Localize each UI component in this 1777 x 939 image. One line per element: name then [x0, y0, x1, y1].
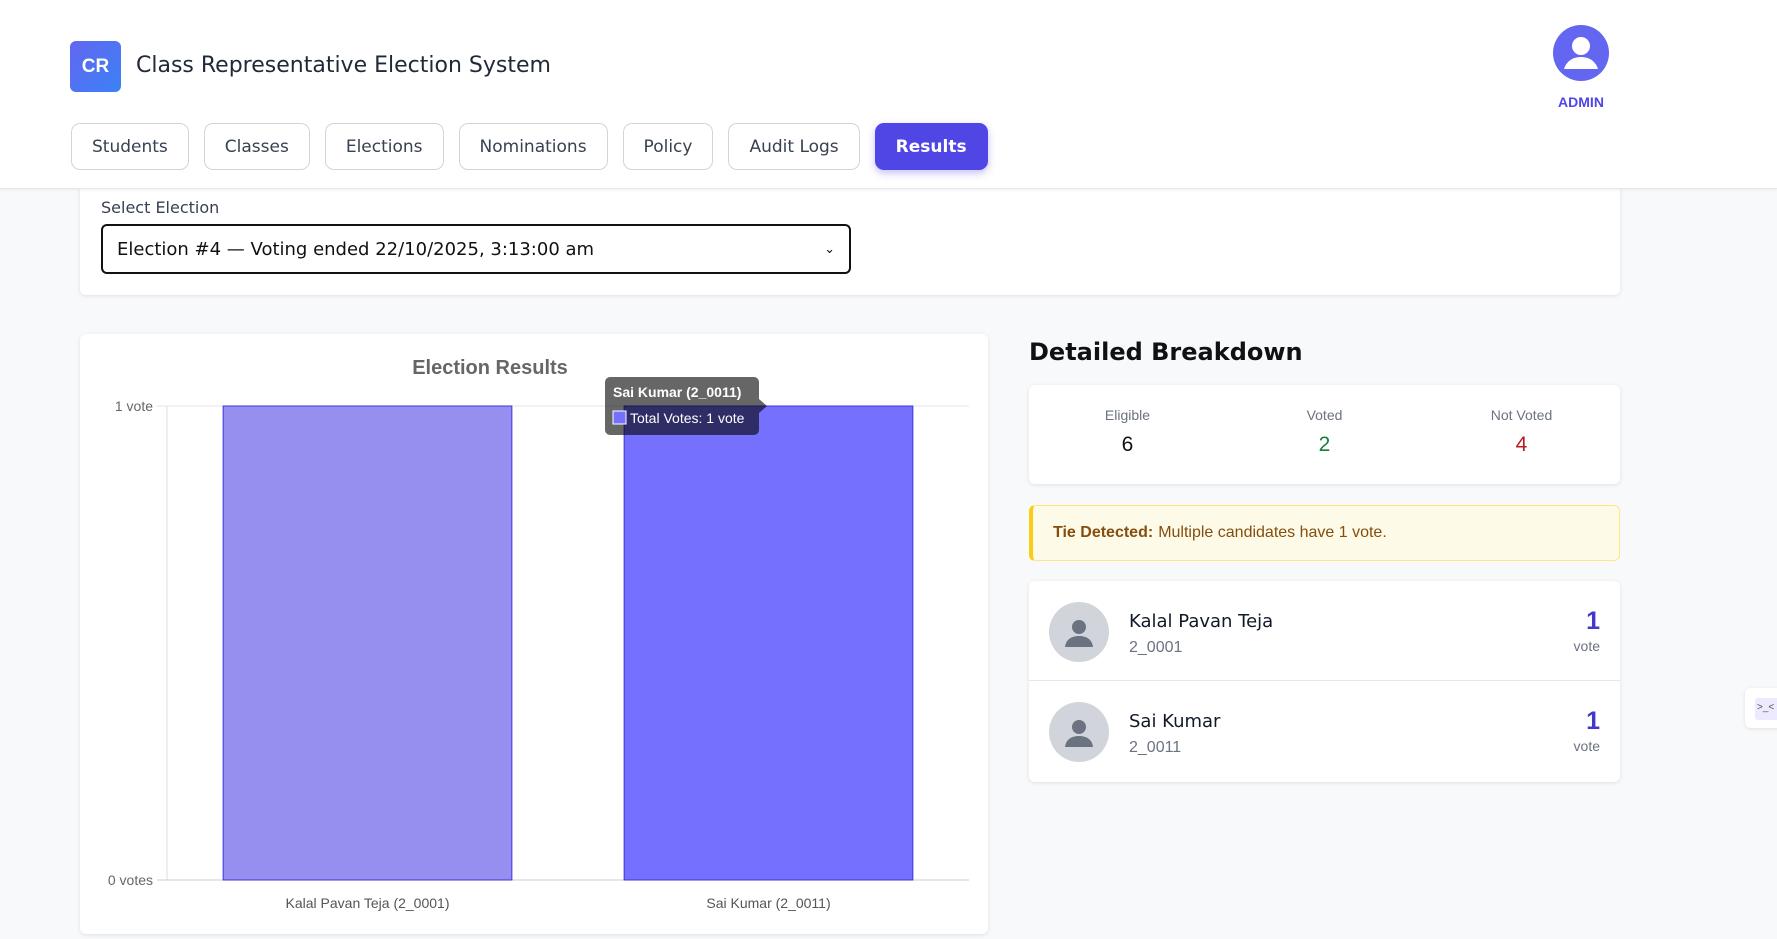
person-avatar-icon: [1049, 702, 1109, 762]
chevron-down-icon: ⌄: [824, 241, 835, 257]
tooltip-body: Total Votes: 1 vote: [630, 410, 745, 426]
breakdown-title: Detailed Breakdown: [1029, 338, 1303, 366]
tab-students[interactable]: Students: [71, 123, 189, 170]
app-title: Class Representative Election System: [136, 53, 551, 78]
tie-alert: Tie Detected: Multiple candidates have 1…: [1029, 505, 1620, 561]
x-tick-label: Kalal Pavan Teja (2_0001): [286, 895, 450, 911]
stats-card: Eligible 6 Voted 2 Not Voted 4: [1029, 385, 1620, 484]
candidate-name: Sai Kumar: [1129, 711, 1221, 732]
tab-classes[interactable]: Classes: [203, 123, 310, 170]
bar: [623, 405, 914, 881]
votes-unit: vote: [1573, 738, 1600, 754]
tab-policy[interactable]: Policy: [622, 123, 714, 170]
results-bar-chart: Election Results 0 votes 1 vote Kalal Pava…: [108, 357, 969, 911]
stat-label: Voted: [1306, 407, 1343, 423]
stat-voted: Voted 2: [1226, 385, 1423, 484]
tab-nominations[interactable]: Nominations: [458, 123, 608, 170]
tie-alert-title: Tie Detected:: [1053, 524, 1154, 541]
stat-label: Not Voted: [1490, 407, 1553, 423]
candidate-id: 2_0001: [1129, 639, 1183, 656]
list-item: Kalal Pavan Teja 2_0001 1 vote: [1029, 581, 1620, 681]
stat-value: 6: [1121, 433, 1134, 456]
y-tick-label: 0 votes: [108, 872, 153, 888]
chart-title: Election Results: [412, 357, 568, 379]
tooltip-swatch: [612, 410, 627, 425]
user-menu[interactable]: ADMIN: [1553, 25, 1609, 110]
election-select-value: Election #4 — Voting ended 22/10/2025, 3…: [117, 238, 595, 260]
side-widget-label: >_<: [1755, 698, 1777, 720]
candidate-name: Kalal Pavan Teja: [1129, 611, 1274, 632]
stat-label: Eligible: [1104, 407, 1151, 423]
x-tick-label: Sai Kumar (2_0011): [706, 895, 830, 911]
nav-tabs: Students Classes Elections Nominations P…: [71, 123, 988, 170]
candidate-votes: 1: [1586, 707, 1600, 735]
stat-value: 4: [1515, 433, 1528, 456]
list-item: Sai Kumar 2_0011 1 vote: [1029, 681, 1620, 781]
election-select[interactable]: Election #4 — Voting ended 22/10/2025, 3…: [101, 224, 851, 274]
app-logo: CR: [70, 41, 121, 92]
tie-alert-text: Multiple candidates have 1 vote.: [1158, 524, 1387, 541]
stat-value: 2: [1318, 433, 1331, 456]
user-role: ADMIN: [1558, 94, 1604, 110]
user-avatar-icon[interactable]: [1553, 25, 1609, 81]
results-chart-card: Election Results 0 votes 1 vote Kalal Pava…: [80, 334, 988, 934]
select-election-label: Select Election: [101, 198, 220, 217]
tab-results[interactable]: Results: [874, 123, 988, 170]
candidate-id: 2_0011: [1129, 739, 1182, 756]
side-widget-button[interactable]: >_<: [1745, 688, 1777, 728]
tab-audit-logs[interactable]: Audit Logs: [728, 123, 860, 170]
stat-eligible: Eligible 6: [1029, 385, 1226, 484]
candidate-list: Kalal Pavan Teja 2_0001 1 vote Sai Kumar …: [1029, 581, 1620, 782]
app-header: CR Class Representative Election System …: [0, 0, 1777, 189]
bar: [222, 405, 513, 881]
stat-not-voted: Not Voted 4: [1423, 385, 1620, 484]
y-tick-label: 1 vote: [115, 398, 153, 414]
candidate-votes: 1: [1586, 607, 1600, 635]
tooltip-title: Sai Kumar (2_0011): [613, 384, 741, 400]
tab-elections[interactable]: Elections: [324, 123, 444, 170]
person-avatar-icon: [1049, 602, 1109, 662]
votes-unit: vote: [1573, 638, 1600, 654]
